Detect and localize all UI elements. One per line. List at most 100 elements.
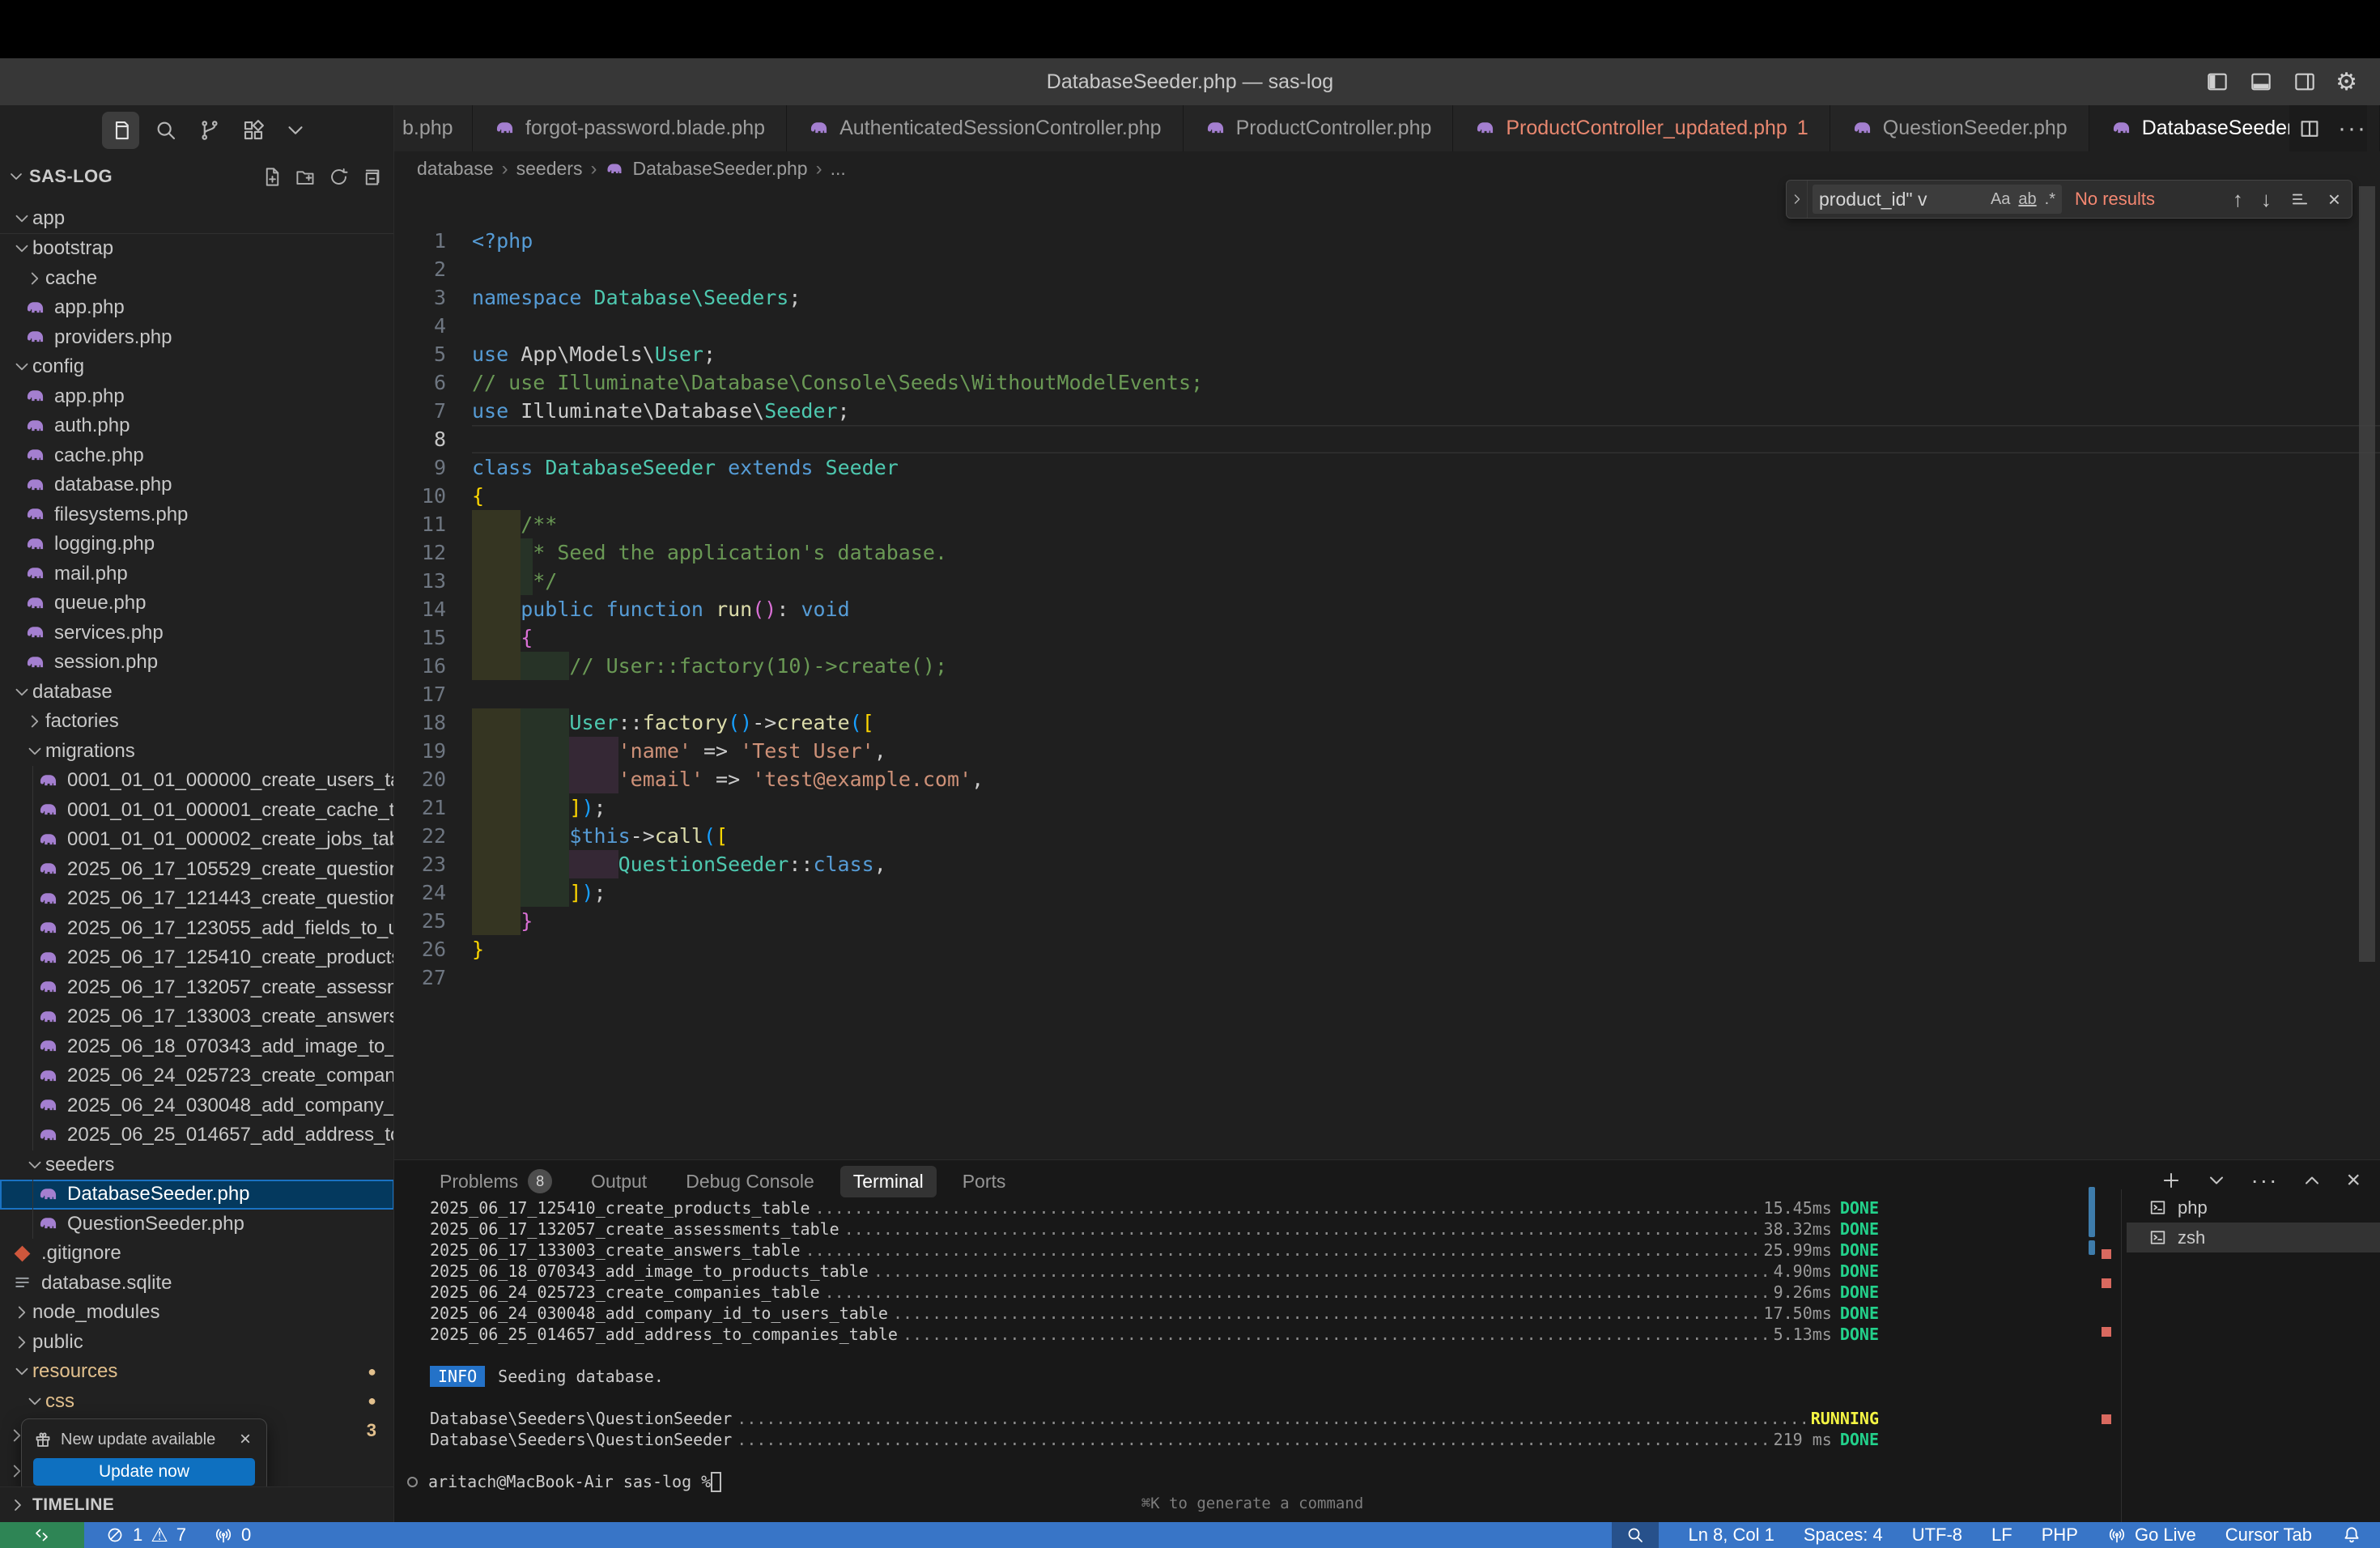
breadcrumb-item[interactable]: ... <box>831 158 846 180</box>
maximize-panel-icon[interactable] <box>2301 1169 2323 1192</box>
code-line[interactable]: 9class DatabaseSeeder extends Seeder <box>394 453 2380 482</box>
tree-file[interactable]: app.php <box>0 293 394 323</box>
find-input[interactable]: product_id" v Aa ab .* <box>1813 185 2062 214</box>
problems-status[interactable]: 1 ⚠ 7 <box>105 1524 186 1547</box>
tree-folder[interactable]: database <box>0 677 394 707</box>
code-line[interactable]: 8 <box>394 425 2380 453</box>
code-line[interactable]: 5use App\Models\User; <box>394 340 2380 368</box>
tree-file[interactable]: 2025_06_17_123055_add_fields_to_u... <box>0 913 394 943</box>
timeline-section[interactable]: TIMELINE <box>0 1486 394 1522</box>
tree-file[interactable]: 2025_06_24_030048_add_company_... <box>0 1091 394 1121</box>
code-line[interactable]: 14 public function run(): void <box>394 595 2380 623</box>
code-line[interactable]: 6// use Illuminate\Database\Console\Seed… <box>394 368 2380 397</box>
tree-file[interactable]: 2025_06_17_105529_create_question... <box>0 854 394 884</box>
tree-folder[interactable]: bootstrap <box>0 234 394 264</box>
new-folder-icon[interactable] <box>295 166 317 188</box>
tree-file[interactable]: QuestionSeeder.php <box>0 1209 394 1239</box>
terminal-output[interactable]: 2025_06_17_125410_create_products_table … <box>430 1197 1879 1492</box>
code-line[interactable]: 26} <box>394 935 2380 963</box>
cursor-position[interactable]: Ln 8, Col 1 <box>1688 1525 1774 1546</box>
code-line[interactable]: 19 'name' => 'Test User', <box>394 737 2380 765</box>
new-terminal-icon[interactable] <box>2160 1169 2182 1192</box>
terminal-instance-zsh[interactable]: zsh <box>2127 1223 2380 1252</box>
breadcrumb-item[interactable]: DatabaseSeeder.php <box>632 158 807 180</box>
breadcrumb-item[interactable]: database <box>417 158 494 180</box>
tree-file[interactable]: cache.php <box>0 440 394 470</box>
tree-file[interactable]: logging.php <box>0 529 394 559</box>
close-panel-icon[interactable]: × <box>2346 1167 2361 1194</box>
tree-file[interactable]: 2025_06_24_025723_create_compan... <box>0 1061 394 1091</box>
code-line[interactable]: 10{ <box>394 482 2380 510</box>
code-line[interactable]: 22 $this->call([ <box>394 822 2380 850</box>
source-control-icon[interactable] <box>191 112 228 149</box>
go-live-button[interactable]: Go Live <box>2107 1525 2196 1546</box>
tree-file[interactable]: .gitignore <box>0 1239 394 1269</box>
code-line[interactable]: 16 // User::factory(10)->create(); <box>394 652 2380 680</box>
code-line[interactable]: 3namespace Database\Seeders; <box>394 283 2380 312</box>
editor-tab[interactable]: b.php <box>394 105 473 151</box>
code-line[interactable]: 11 /** <box>394 510 2380 538</box>
tree-file[interactable]: filesystems.php <box>0 500 394 529</box>
breadcrumb-item[interactable]: seeders <box>516 158 583 180</box>
refresh-explorer-icon[interactable] <box>328 166 350 188</box>
find-in-selection-icon[interactable] <box>2289 189 2310 210</box>
encoding[interactable]: UTF-8 <box>1912 1525 1962 1546</box>
tree-file[interactable]: 2025_06_17_133003_create_answers_... <box>0 1002 394 1032</box>
tree-folder[interactable]: migrations <box>0 736 394 766</box>
code-line[interactable]: 20 'email' => 'test@example.com', <box>394 765 2380 793</box>
language-mode[interactable]: PHP <box>2042 1525 2078 1546</box>
tree-folder[interactable]: seeders <box>0 1150 394 1180</box>
editor-tab[interactable]: ProductController.php <box>1184 105 1454 151</box>
editor-scrollbar[interactable] <box>2359 186 2375 962</box>
search-activ ity-icon[interactable] <box>147 112 185 149</box>
tree-file[interactable]: 0001_01_01_000002_create_jobs_tab... <box>0 825 394 855</box>
split-editor-icon[interactable] <box>2297 117 2322 141</box>
tree-folder[interactable]: cache <box>0 263 394 293</box>
settings-gear-icon[interactable]: ⚙ <box>2335 68 2357 96</box>
tree-folder[interactable]: factories <box>0 707 394 737</box>
update-now-button[interactable]: Update now <box>33 1458 255 1486</box>
tree-file[interactable]: queue.php <box>0 589 394 619</box>
tree-file[interactable]: 2025_06_25_014657_add_address_to... <box>0 1121 394 1150</box>
chevron-down-icon[interactable] <box>277 112 314 149</box>
collapse-folders-icon[interactable] <box>361 166 383 188</box>
editor-tab[interactable]: AuthenticatedSessionController.php <box>787 105 1184 151</box>
code-line[interactable]: 17 <box>394 680 2380 708</box>
tree-folder[interactable]: resources● <box>0 1357 394 1387</box>
code-line[interactable]: 1<?php <box>394 227 2380 255</box>
tree-folder[interactable]: css● <box>0 1386 394 1416</box>
code-line[interactable]: 13 */ <box>394 567 2380 595</box>
panel-tab-debug-console[interactable]: Debug Console <box>673 1166 827 1197</box>
search-indicator[interactable] <box>1612 1522 1659 1548</box>
code-line[interactable]: 23 QuestionSeeder::class, <box>394 850 2380 878</box>
previous-match-icon[interactable]: ↑ <box>2233 187 2243 212</box>
tree-file[interactable]: DatabaseSeeder.php <box>0 1180 394 1210</box>
notifications-bell-icon[interactable] <box>2341 1525 2362 1546</box>
code-line[interactable]: 24 ]); <box>394 878 2380 907</box>
code-line[interactable]: 27 <box>394 963 2380 992</box>
regex-button[interactable]: .* <box>2045 190 2055 209</box>
find-query[interactable]: product_id" v <box>1819 189 1983 211</box>
editor-tab[interactable]: ProductController_updated.php1 <box>1453 105 1830 151</box>
eol-type[interactable]: LF <box>1991 1525 2012 1546</box>
toggle-sidebar-icon[interactable] <box>2204 69 2230 95</box>
code-line[interactable]: 25 } <box>394 907 2380 935</box>
close-icon[interactable]: × <box>2328 187 2340 212</box>
tree-file[interactable]: session.php <box>0 648 394 678</box>
toggle-panel-icon[interactable] <box>2248 69 2274 95</box>
tree-folder[interactable]: config <box>0 352 394 382</box>
tree-file[interactable]: 2025_06_18_070343_add_image_to_... <box>0 1031 394 1061</box>
explorer-activity-icon[interactable] <box>102 112 139 149</box>
ports-status[interactable]: 0 <box>214 1525 251 1546</box>
more-actions-icon[interactable]: ··· <box>2338 115 2367 142</box>
match-case-button[interactable]: Aa <box>1991 190 2010 209</box>
toggle-secondary-sidebar-icon[interactable] <box>2292 69 2318 95</box>
tree-file[interactable]: providers.php <box>0 322 394 352</box>
panel-tab-terminal[interactable]: Terminal <box>840 1166 937 1197</box>
tree-file[interactable]: app.php <box>0 381 394 411</box>
tree-file[interactable]: mail.php <box>0 559 394 589</box>
code-line[interactable]: 18 User::factory()->create([ <box>394 708 2380 737</box>
code-line[interactable]: 4 <box>394 312 2380 340</box>
close-icon[interactable]: × <box>236 1428 255 1451</box>
tree-folder[interactable]: node_modules <box>0 1298 394 1328</box>
